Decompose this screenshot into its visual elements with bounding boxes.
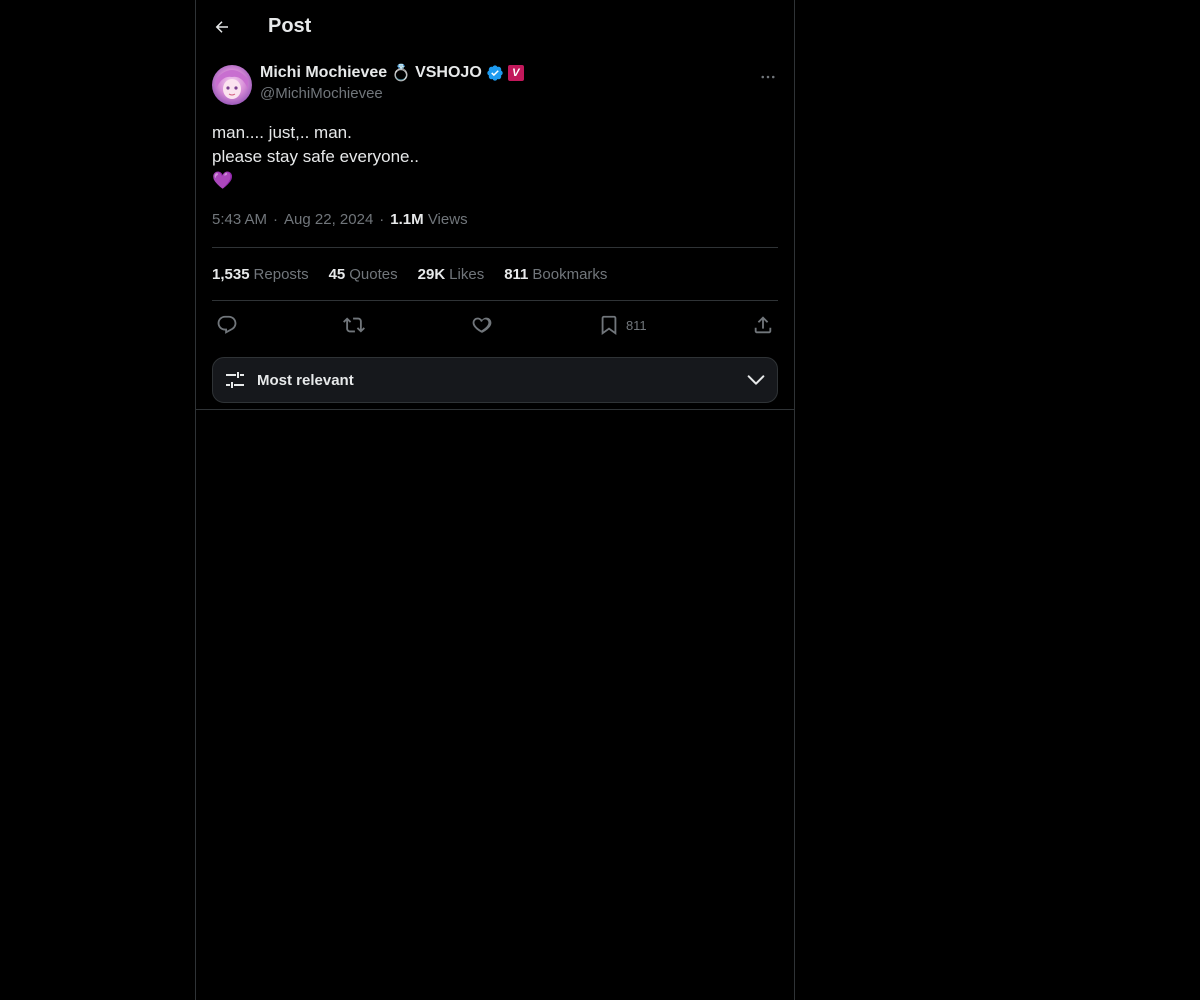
avatar[interactable] [212,65,252,105]
views-label: Views [427,211,468,228]
reply-icon [217,315,237,334]
display-name-row[interactable]: Michi Mochievee 💍 VSHOJO V [260,63,524,83]
author-row: Michi Mochievee 💍 VSHOJO V @MichiMochiev… [212,63,778,107]
bookmark-button[interactable]: 811 [598,314,647,336]
sliders-icon [226,372,244,388]
repost-button[interactable] [343,314,366,336]
back-button[interactable] [212,17,232,37]
reply-button[interactable] [216,314,238,336]
like-button[interactable] [471,314,493,336]
post-actions: 811 [212,301,778,349]
post-text-line: please stay safe everyone.. [212,147,419,166]
share-icon [754,316,772,334]
more-options-button[interactable] [758,67,778,87]
bookmark-icon [601,315,617,336]
sort-label: Most relevant [257,371,354,389]
post-text-line: 💜 [212,171,234,190]
post-meta: 5:43 AM · Aug 22, 2024 · 1.1M Views [212,205,778,248]
ring-emoji: 💍 [391,65,412,82]
views-count: 1.1M [390,211,424,228]
likes-label: Likes [449,265,485,283]
affiliate-badge[interactable]: V [507,65,524,81]
post-text-line: man.... just,.. man. [212,123,352,142]
author-names: Michi Mochievee 💍 VSHOJO V @MichiMochiev… [260,63,524,102]
page-header: Post [196,0,794,53]
bookmarks-count: 811 [504,265,529,283]
repost-icon [343,317,366,333]
reposts-stat[interactable]: 1,535 Reposts [212,266,309,283]
likes-stat[interactable]: 29K Likes [418,266,485,283]
reposts-count: 1,535 [212,265,250,283]
verified-badge-icon[interactable] [486,64,504,82]
post-detail: Michi Mochievee 💍 VSHOJO V @MichiMochiev… [196,53,794,403]
display-name[interactable]: Michi Mochievee [260,64,387,82]
meta-separator: · [379,211,385,228]
heart-icon [472,317,492,333]
page-title: Post [268,15,312,37]
bookmarks-stat[interactable]: 811 Bookmarks [504,266,607,283]
arrow-left-icon [215,20,228,33]
primary-column: Post Michi Mochievee 💍 VSHOJO V @MichiMo… [195,0,795,1000]
bookmarks-label: Bookmarks [532,265,608,283]
post-time[interactable]: 5:43 AM [212,211,267,228]
post-text: man.... just,.. man. please stay safe ev… [212,121,778,193]
post-date[interactable]: Aug 22, 2024 [284,211,373,228]
replies-divider [196,409,794,410]
more-horizontal-icon [761,75,775,79]
likes-count: 29K [417,265,446,283]
reply-sort-dropdown[interactable]: Most relevant [212,357,778,403]
chevron-down-icon [747,375,765,385]
author-handle[interactable]: @MichiMochievee [260,85,524,102]
share-button[interactable] [752,314,774,336]
meta-separator: · [273,211,279,228]
bookmark-count: 811 [625,317,647,333]
reposts-label: Reposts [253,265,309,283]
post-stats: 1,535 Reposts 45 Quotes 29K Likes 811 Bookma… [212,248,778,301]
quotes-stat[interactable]: 45 Quotes [329,266,398,283]
org-name: VSHOJO [415,64,482,81]
quotes-label: Quotes [349,265,398,283]
quotes-count: 45 [328,265,346,283]
